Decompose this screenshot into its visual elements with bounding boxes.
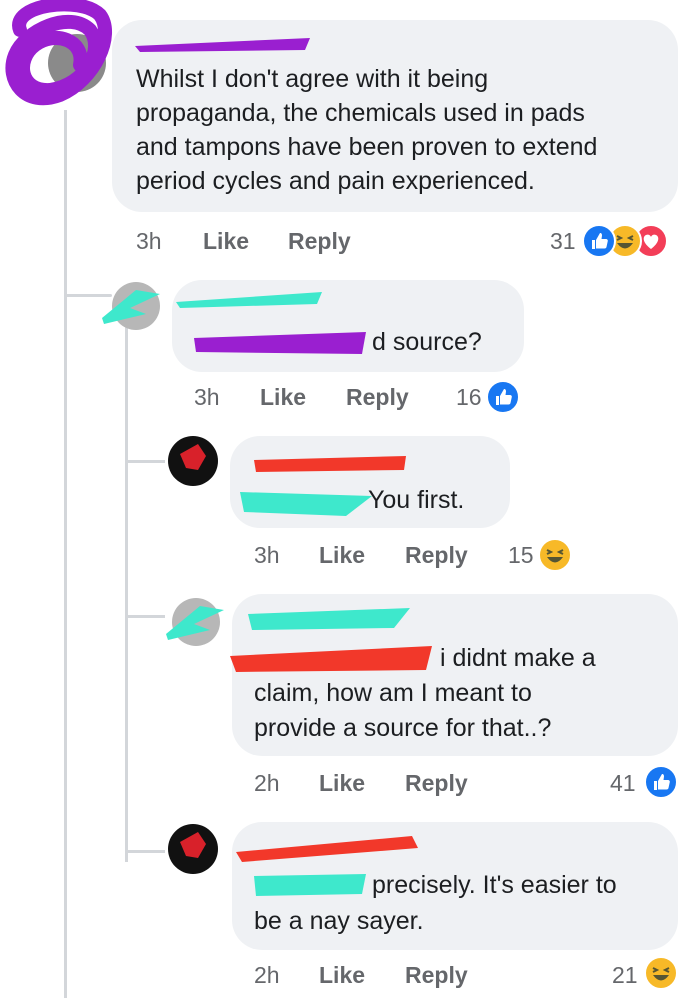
timestamp: 2h: [254, 770, 280, 796]
reaction-count: 21: [612, 962, 638, 988]
avatar-figure: [180, 832, 206, 858]
thread-line-sub: [125, 322, 128, 862]
comment-text: period cycles and pain experienced.: [136, 167, 535, 195]
reactions[interactable]: [582, 224, 682, 260]
comment-text: d source?: [372, 328, 482, 356]
comment-text: propaganda, the chemicals used in pads: [136, 99, 585, 127]
reaction-count: 15: [508, 542, 534, 568]
thread-line-main: [64, 110, 67, 998]
reply-button[interactable]: Reply: [405, 542, 468, 569]
reaction-count: 31: [550, 228, 576, 254]
redaction-scribble: [5, 0, 112, 106]
reaction-count: 16: [456, 384, 482, 410]
reply-button[interactable]: Reply: [405, 770, 468, 797]
timestamp: 3h: [194, 384, 220, 410]
text-redaction: [254, 874, 366, 896]
reply-button[interactable]: Reply: [405, 962, 468, 989]
haha-icon[interactable]: [644, 956, 678, 990]
text-redaction: [240, 492, 372, 516]
reaction-count: 41: [610, 770, 636, 796]
name-redaction: [236, 836, 418, 862]
avatar-redaction: [166, 606, 224, 640]
name-redaction: [135, 38, 310, 52]
timestamp: 3h: [136, 228, 162, 254]
comment-text: and tampons have been proven to extend: [136, 133, 598, 161]
timestamp: 2h: [254, 962, 280, 988]
timestamp: 3h: [254, 542, 280, 568]
text-redaction: [194, 332, 366, 354]
like-button[interactable]: Like: [260, 384, 306, 411]
haha-icon[interactable]: [538, 538, 572, 572]
text-redaction: [230, 646, 432, 672]
avatar-redaction: [102, 290, 160, 324]
thread-line-branch: [125, 460, 165, 463]
reply-button[interactable]: Reply: [346, 384, 409, 411]
name-redaction: [248, 608, 410, 630]
like-icon[interactable]: [486, 380, 520, 414]
like-icon[interactable]: [644, 765, 678, 799]
like-button[interactable]: Like: [319, 542, 365, 569]
comment-text: Whilst I don't agree with it being: [136, 65, 489, 93]
comment-text: precisely. It's easier to: [372, 871, 617, 899]
comment-text: claim, how am I meant to: [254, 679, 532, 707]
comment-text: provide a source for that..?: [254, 714, 552, 742]
comment-text: i didnt make a: [440, 644, 596, 672]
comment-text: be a nay sayer.: [254, 907, 424, 935]
name-redaction: [176, 292, 322, 308]
like-button[interactable]: Like: [203, 228, 249, 255]
name-redaction: [254, 456, 406, 472]
comment-text: You first.: [368, 486, 465, 514]
like-button[interactable]: Like: [319, 962, 365, 989]
thread-line-branch: [125, 850, 165, 853]
like-button[interactable]: Like: [319, 770, 365, 797]
thread-line-branch: [125, 615, 165, 618]
like-icon: [582, 224, 616, 258]
reply-button[interactable]: Reply: [288, 228, 351, 255]
avatar-figure: [180, 444, 206, 470]
